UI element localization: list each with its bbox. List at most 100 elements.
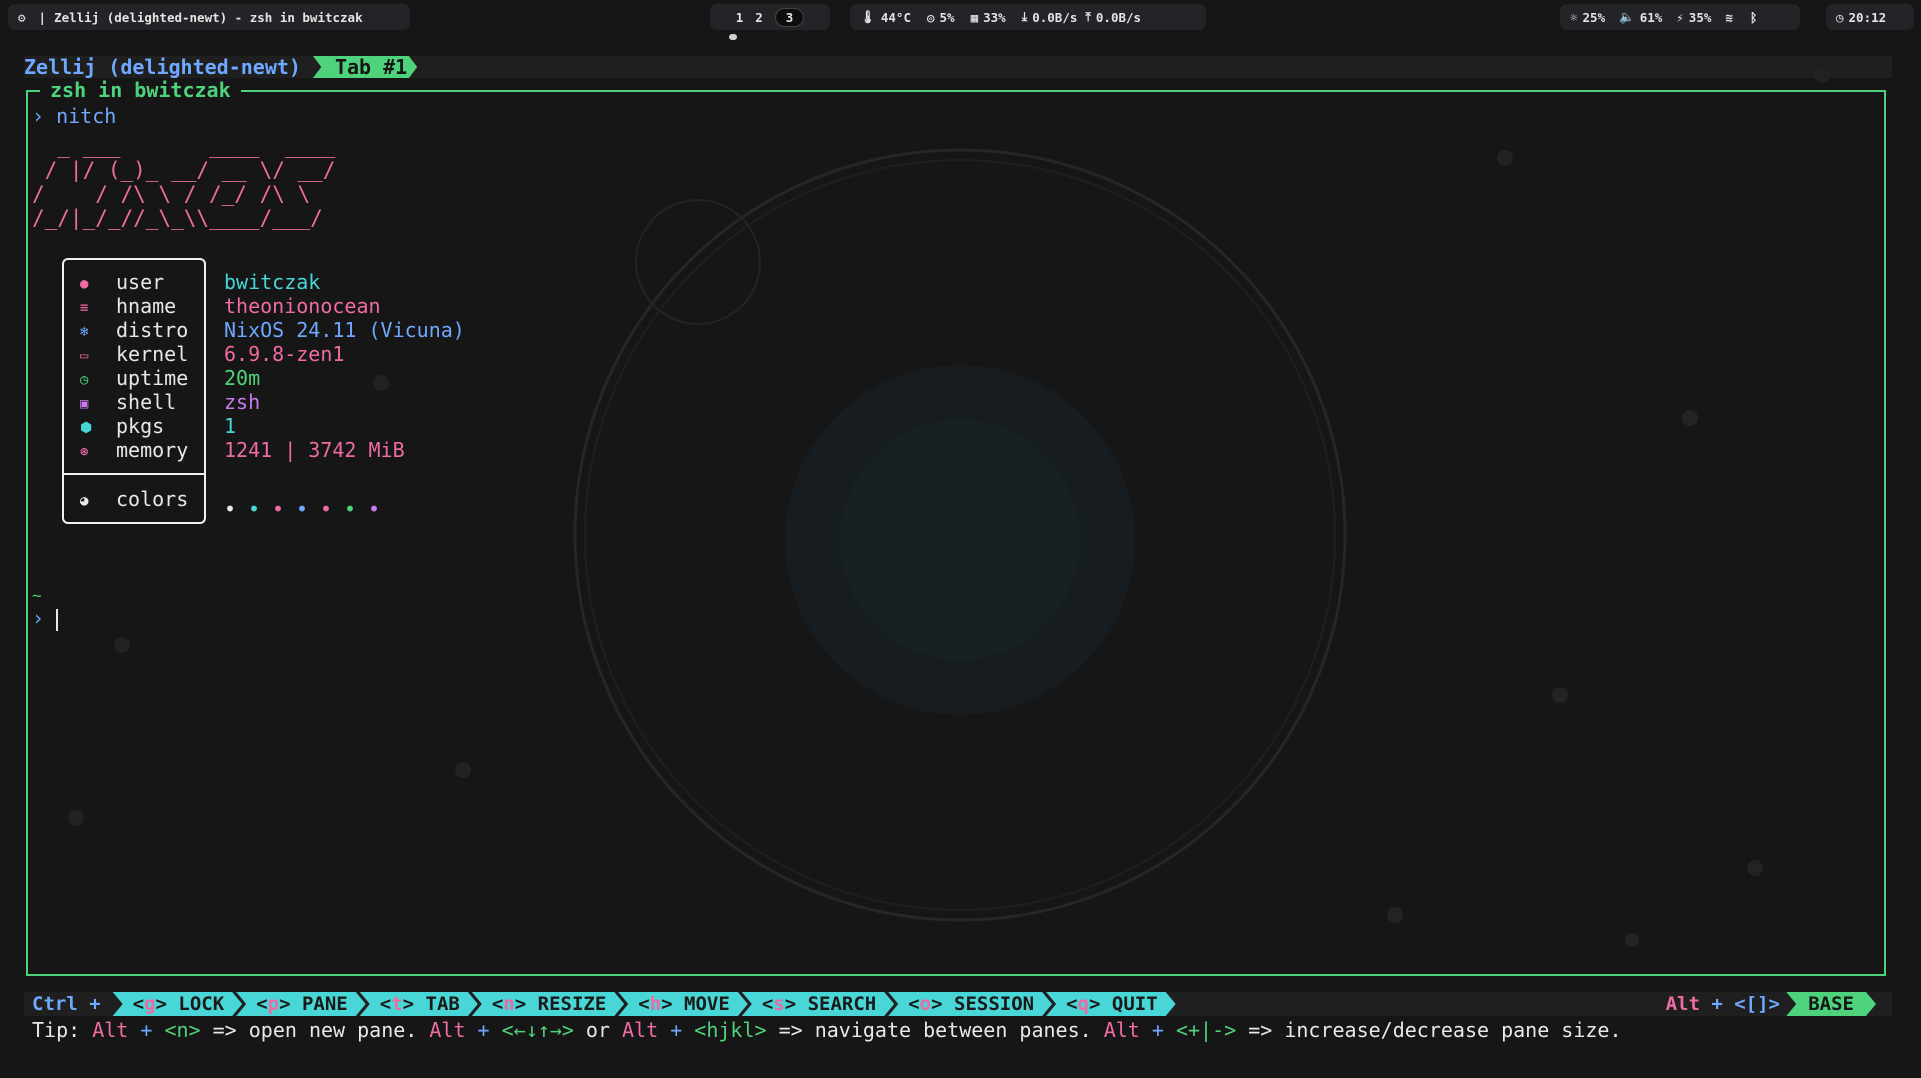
volume-icon[interactable]: 🔈 bbox=[1619, 9, 1635, 25]
mode-tab-lock[interactable]: <g> LOCK bbox=[113, 992, 243, 1016]
info-key-uptime: uptime bbox=[116, 366, 189, 390]
active-prompt[interactable]: › bbox=[32, 606, 59, 631]
cpu-icon: ◎ bbox=[926, 9, 935, 25]
mode-bracket: < bbox=[132, 993, 145, 1015]
brightness-value: 25% bbox=[1582, 9, 1606, 25]
mode-label: > MOVE bbox=[661, 993, 730, 1015]
color-swatch-dot: • bbox=[320, 497, 333, 521]
tip-line: Tip: Alt + <n> => open new pane. Alt + <… bbox=[32, 1018, 1621, 1042]
tip-key: <+|-> bbox=[1175, 1018, 1237, 1042]
cpu-value: 5% bbox=[939, 9, 955, 25]
ram-icon: ▦ bbox=[970, 9, 979, 25]
workspace-indicator-dot bbox=[729, 34, 737, 40]
tip-alt: Alt bbox=[429, 1018, 466, 1042]
tilde-dir: ~ bbox=[32, 586, 42, 605]
workspace-1[interactable]: 1 bbox=[736, 10, 744, 25]
tip-prefix: Tip: bbox=[32, 1018, 93, 1042]
workspace-3[interactable]: 3 bbox=[774, 7, 805, 27]
zellij-status-bar: Ctrl + <g> LOCK <p> PANE <t> TAB <n> RESIZE… bbox=[24, 992, 1892, 1016]
workspace-switcher: 1 2 3 bbox=[710, 4, 830, 30]
tip-text: or bbox=[573, 1018, 623, 1042]
mode-tab-quit[interactable]: <q> QUIT bbox=[1046, 992, 1176, 1016]
tip-plus: + bbox=[658, 1018, 695, 1042]
brightness-icon[interactable]: ☼ bbox=[1570, 10, 1578, 25]
kernel-icon: ▭ bbox=[80, 348, 89, 364]
gear-icon[interactable]: ⚙ bbox=[18, 10, 26, 25]
tip-text: => navigate between panes. bbox=[766, 1018, 1104, 1042]
mode-bracket: < bbox=[1066, 993, 1078, 1015]
separator-bar: | bbox=[38, 9, 47, 25]
mode-tab-search[interactable]: <s> SEARCH bbox=[742, 992, 894, 1016]
clock-value: 20:12 bbox=[1848, 9, 1887, 25]
info-divider bbox=[64, 473, 204, 475]
info-value-kernel: 6.9.8-zen1 bbox=[224, 342, 345, 366]
mode-tab-move[interactable]: <h> MOVE bbox=[618, 992, 748, 1016]
terminal-icon: ▣ bbox=[80, 396, 89, 412]
info-value-pkgs: 1 bbox=[224, 414, 237, 438]
tip-text: => increase/decrease pane size. bbox=[1236, 1018, 1622, 1042]
battery-plug-icon[interactable]: ⚡ bbox=[1676, 10, 1684, 25]
tip-key: <←↓↑→> bbox=[501, 1018, 574, 1042]
mode-hotkey: o bbox=[919, 993, 932, 1015]
command-text: nitch bbox=[56, 104, 117, 128]
clock-pill[interactable]: ◷ 20:12 bbox=[1826, 4, 1914, 30]
info-value-distro: NixOS 24.11 (Vicuna) bbox=[224, 318, 465, 342]
mode-tab-session[interactable]: <o> SESSION bbox=[888, 992, 1052, 1016]
clock-icon: ◷ bbox=[80, 372, 89, 388]
ram-value: 33% bbox=[983, 9, 1006, 25]
tab-1[interactable]: Tab #1 bbox=[312, 56, 418, 78]
info-key-distro: distro bbox=[116, 318, 189, 342]
upload-value: 0.0B/s bbox=[1095, 9, 1142, 25]
upload-icon: ⤒ bbox=[1085, 9, 1091, 24]
tip-alt: Alt bbox=[622, 1018, 659, 1042]
mode-label: > PANE bbox=[279, 993, 348, 1015]
mode-hotkey: t bbox=[391, 993, 403, 1015]
tip-plus: + bbox=[465, 1018, 502, 1042]
mode-hotkey: n bbox=[503, 993, 515, 1015]
mode-tab-pane[interactable]: <p> PANE bbox=[236, 992, 366, 1016]
alt-label: Alt bbox=[1665, 993, 1700, 1015]
base-mode-button[interactable]: BASE bbox=[1786, 992, 1876, 1016]
pane-title: zsh in bwitczak bbox=[40, 78, 241, 102]
prompt-symbol: › bbox=[32, 606, 45, 630]
distro-icon: ❄ bbox=[80, 324, 89, 340]
tip-key: <n> bbox=[164, 1018, 201, 1042]
battery-value: 35% bbox=[1688, 9, 1712, 25]
session-name: Zellij (delighted-newt) bbox=[24, 55, 301, 79]
mode-label: > LOCK bbox=[155, 993, 225, 1015]
info-key-shell: shell bbox=[116, 390, 177, 414]
zellij-header: Zellij (delighted-newt) Tab #1 bbox=[24, 55, 418, 79]
tip-key: <hjkl> bbox=[694, 1018, 767, 1042]
tip-alt: Alt bbox=[92, 1018, 129, 1042]
info-value-hname: theonionocean bbox=[224, 294, 381, 318]
nixos-ascii-logo: _ ___ ____ ____ / |/ (_)_ __/ __ \/ __/ … bbox=[32, 134, 336, 230]
mode-bracket: < bbox=[256, 993, 268, 1015]
info-value-uptime: 20m bbox=[224, 366, 261, 390]
ctrl-label: Ctrl + bbox=[32, 993, 101, 1015]
window-title: Zellij (delighted-newt) - zsh in bwitcza… bbox=[54, 9, 363, 25]
tip-plus: + bbox=[128, 1018, 165, 1042]
mode-bracket: < bbox=[638, 993, 650, 1015]
package-icon: ⬢ bbox=[80, 420, 93, 436]
mode-hotkey: p bbox=[267, 993, 280, 1015]
text-cursor bbox=[56, 608, 59, 631]
clock-icon: ◷ bbox=[1836, 9, 1844, 25]
tip-text: => open new pane. bbox=[200, 1018, 430, 1042]
bluetooth-icon[interactable]: ᛒ bbox=[1750, 10, 1758, 25]
mode-hotkey: q bbox=[1077, 993, 1089, 1015]
hostname-icon: ≡ bbox=[80, 300, 89, 316]
prompt-symbol: › bbox=[32, 104, 45, 128]
workspace-2[interactable]: 2 bbox=[755, 10, 763, 25]
mode-bracket: < bbox=[491, 993, 504, 1015]
command-line: › nitch bbox=[32, 104, 116, 128]
info-key-pkgs: pkgs bbox=[116, 414, 165, 438]
mode-tab-tab[interactable]: <t> TAB bbox=[360, 992, 478, 1016]
wifi-icon[interactable]: ≋ bbox=[1725, 10, 1733, 25]
window-title-pill[interactable]: ⚙ | Zellij (delighted-newt) - zsh in bwi… bbox=[8, 4, 410, 30]
mode-hotkey: s bbox=[773, 993, 785, 1015]
tip-plus: + bbox=[1139, 1018, 1176, 1042]
thermometer-icon: 🌡 bbox=[860, 9, 876, 24]
alt-binding: Alt + <[]> bbox=[1666, 992, 1780, 1016]
mode-tab-resize[interactable]: <n> RESIZE bbox=[472, 992, 624, 1016]
info-key-hname: hname bbox=[116, 294, 177, 318]
